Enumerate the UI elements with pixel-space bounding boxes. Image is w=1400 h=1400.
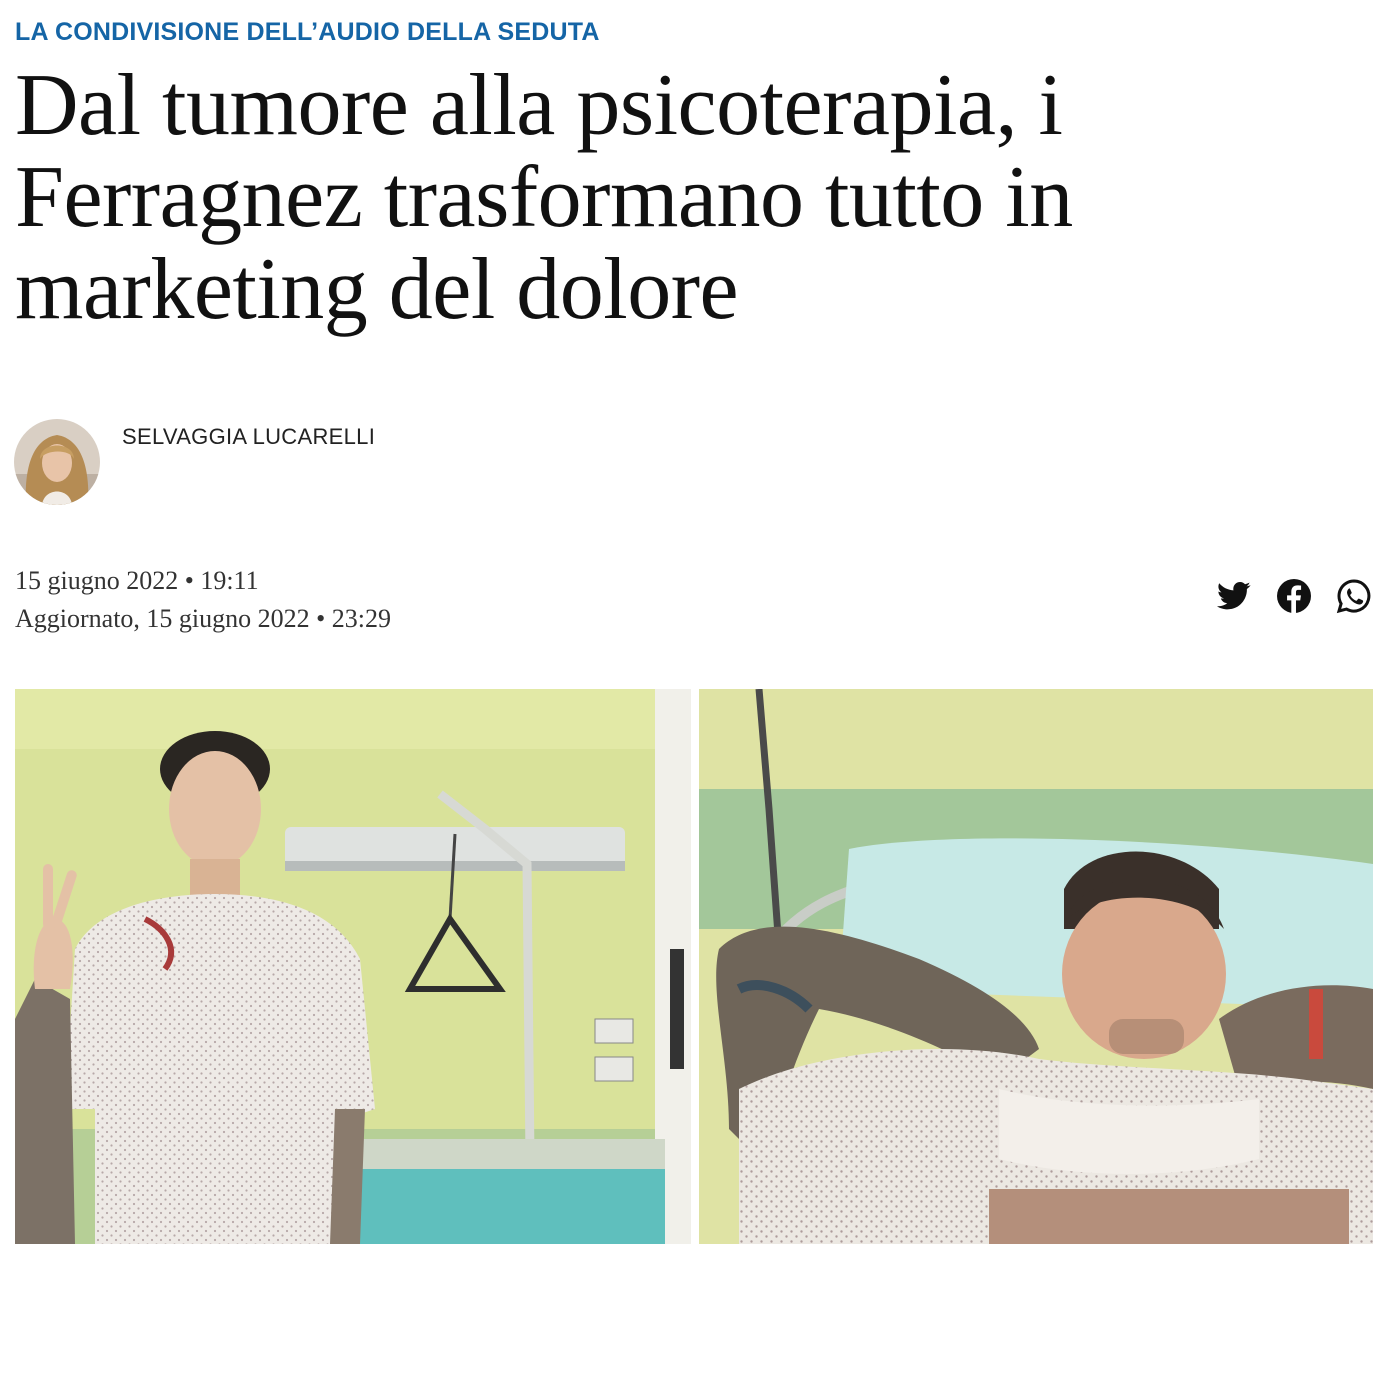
whatsapp-share-button[interactable] [1336,578,1372,614]
published-date: 15 giugno 2022 • 19:11 [15,566,259,595]
facebook-icon [1277,579,1311,613]
author-avatar[interactable] [14,419,100,505]
twitter-icon [1217,581,1251,610]
article-dates: 15 giugno 2022 • 19:11 Aggiornato, 15 gi… [15,562,391,638]
hospital-room-photo [15,689,691,1244]
author-name[interactable]: SELVAGGIA LUCARELLI [122,424,375,450]
hospital-bed-photo [699,689,1373,1244]
whatsapp-icon [1336,579,1371,614]
facebook-share-button[interactable] [1276,578,1312,614]
article-hero-image[interactable] [15,689,1373,1244]
updated-date: Aggiornato, 15 giugno 2022 • 23:29 [15,604,391,633]
share-bar [1216,578,1372,614]
twitter-share-button[interactable] [1216,578,1252,614]
article-headline: Dal tumore alla psicoterapia, i Ferragne… [15,57,1073,338]
article-kicker[interactable]: LA CONDIVISIONE DELL’AUDIO DELLA SEDUTA [15,18,600,47]
